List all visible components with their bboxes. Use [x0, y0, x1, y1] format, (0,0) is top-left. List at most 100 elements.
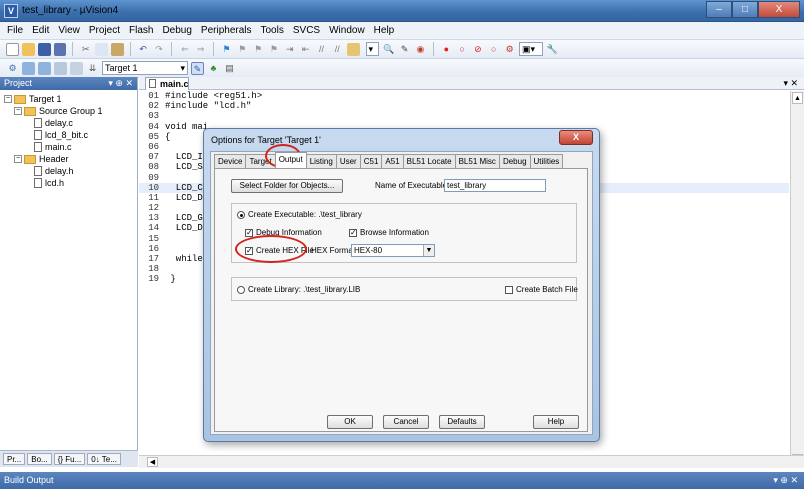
tab-utilities[interactable]: Utilities — [529, 154, 564, 168]
tree-node-file[interactable]: delay.h — [4, 165, 137, 177]
find-combo[interactable]: ▾ — [365, 42, 380, 56]
bookmark-icon[interactable]: ⚑ — [220, 43, 233, 56]
browse-information-checkbox[interactable]: ✓ — [349, 228, 357, 237]
debug-information-option[interactable]: ✓ Debug Information — [245, 228, 322, 237]
cancel-button[interactable]: Cancel — [383, 415, 429, 429]
menu-tools[interactable]: Tools — [261, 25, 284, 36]
target-select[interactable]: Target 1 ▾ — [102, 61, 188, 75]
collapse-icon[interactable]: − — [14, 155, 22, 163]
create-hex-file-checkbox[interactable]: ✓ — [245, 246, 253, 255]
tab-output[interactable]: Output — [274, 152, 307, 168]
ok-button[interactable]: OK — [327, 415, 373, 429]
tree-node-header-group[interactable]: − Header — [4, 153, 137, 165]
bookmark-clear-icon[interactable]: ⚑ — [268, 43, 281, 56]
rebuild-icon[interactable] — [38, 61, 51, 75]
breakpoint-insert-icon[interactable]: ● — [440, 43, 453, 56]
uncomment-icon[interactable]: // — [331, 43, 344, 56]
breakpoint-disable-icon[interactable]: ⊘ — [472, 43, 485, 56]
menu-debug[interactable]: Debug — [162, 25, 191, 36]
menu-svcs[interactable]: SVCS — [293, 25, 320, 36]
target-options-icon[interactable]: ✎ — [191, 61, 204, 75]
create-hex-file-option[interactable]: ✓ Create HEX File — [245, 246, 314, 255]
menu-view[interactable]: View — [58, 25, 80, 36]
tab-listing[interactable]: Listing — [305, 154, 337, 168]
editor-vertical-scrollbar[interactable]: ▲ ▼ — [790, 91, 804, 467]
create-executable-option[interactable]: Create Executable: .\test_library — [237, 210, 362, 219]
breakpoint-kill-icon[interactable]: ○ — [487, 43, 500, 56]
nav-back-icon[interactable]: ⇐ — [178, 43, 191, 56]
indent-icon[interactable]: ⇥ — [283, 43, 296, 56]
menu-help[interactable]: Help — [374, 25, 395, 36]
panel-controls[interactable]: ▾ ⊕ ✕ — [773, 472, 798, 489]
tree-node-target[interactable]: − Target 1 — [4, 93, 137, 105]
find-icon[interactable]: 🔍 — [382, 43, 395, 56]
copy-icon[interactable] — [95, 42, 108, 56]
debug-information-checkbox[interactable]: ✓ — [245, 228, 253, 237]
name-of-executable-input[interactable]: test_library — [444, 179, 546, 192]
paste-icon[interactable] — [110, 42, 124, 56]
tab-bl51-misc[interactable]: BL51 Misc — [454, 154, 500, 168]
find-in-files-icon[interactable] — [346, 42, 360, 56]
window-layout-combo[interactable]: ▣▾ — [519, 42, 543, 56]
create-library-option[interactable]: Create Library: .\test_library.LIB — [237, 285, 360, 294]
tree-node-file[interactable]: main.c — [4, 141, 137, 153]
debug-session-icon[interactable]: ◉ — [414, 43, 427, 56]
comment-icon[interactable]: // — [315, 43, 328, 56]
menu-peripherals[interactable]: Peripherals — [201, 25, 252, 36]
undo-icon[interactable]: ↶ — [137, 43, 150, 56]
scroll-up-icon[interactable]: ▲ — [792, 92, 803, 104]
minimize-button[interactable]: – — [706, 1, 732, 18]
wrench-icon[interactable]: 🔧 — [546, 43, 559, 56]
bookmark-next-icon[interactable]: ⚑ — [252, 43, 265, 56]
incremental-find-icon[interactable]: ✎ — [398, 43, 411, 56]
tab-c51[interactable]: C51 — [359, 154, 383, 168]
manage-components-icon[interactable]: ♣ — [207, 62, 220, 75]
defaults-button[interactable]: Defaults — [439, 415, 485, 429]
browse-information-option[interactable]: ✓ Browse Information — [349, 228, 429, 237]
tab-device[interactable]: Device — [214, 154, 247, 168]
batch-build-icon[interactable] — [54, 61, 67, 75]
select-folder-for-objects-button[interactable]: Select Folder for Objects... — [231, 179, 343, 193]
editor-horizontal-scrollbar[interactable]: ◀ — [139, 455, 804, 468]
tab-user[interactable]: User — [335, 154, 361, 168]
tab-templates[interactable]: 0↓ Te... — [87, 453, 121, 465]
maximize-button[interactable]: □ — [732, 1, 758, 18]
tree-node-file[interactable]: lcd.h — [4, 177, 137, 189]
menu-flash[interactable]: Flash — [129, 25, 153, 36]
stop-build-icon[interactable] — [70, 61, 83, 75]
create-batch-file-option[interactable]: Create Batch File — [505, 285, 578, 294]
collapse-icon[interactable]: − — [4, 95, 12, 103]
open-folder-icon[interactable] — [21, 42, 35, 56]
tab-a51[interactable]: A51 — [381, 154, 404, 168]
tab-bl51-locate[interactable]: BL51 Locate — [402, 154, 456, 168]
menu-window[interactable]: Window — [329, 25, 365, 36]
create-executable-radio[interactable] — [237, 210, 245, 219]
new-file-icon[interactable] — [6, 42, 19, 56]
configure-icon[interactable]: ⚙ — [503, 43, 516, 56]
tree-node-file[interactable]: delay.c — [4, 117, 137, 129]
help-button[interactable]: Help — [533, 415, 579, 429]
tab-main-c[interactable]: main.c — [145, 77, 189, 90]
tab-target[interactable]: Target — [245, 154, 276, 168]
collapse-icon[interactable]: − — [14, 107, 22, 115]
hex-format-select[interactable]: HEX-80 ▼ — [351, 244, 435, 257]
menu-edit[interactable]: Edit — [32, 25, 49, 36]
cut-icon[interactable]: ✂ — [79, 43, 92, 56]
nav-forward-icon[interactable]: ⇒ — [194, 43, 207, 56]
translate-icon[interactable]: ⚙ — [6, 62, 19, 75]
editor-tab-controls[interactable]: ▾ ✕ — [783, 78, 798, 89]
tab-debug[interactable]: Debug — [498, 154, 531, 168]
save-all-icon[interactable] — [53, 42, 67, 56]
scroll-left-icon[interactable]: ◀ — [147, 457, 158, 467]
bookmark-prev-icon[interactable]: ⚑ — [236, 43, 249, 56]
redo-icon[interactable]: ↷ — [153, 43, 166, 56]
breakpoint-enable-icon[interactable]: ○ — [456, 43, 469, 56]
download-icon[interactable]: ⇊ — [86, 62, 99, 75]
panel-controls[interactable]: ▾ ⊕ ✕ — [108, 77, 133, 90]
menu-project[interactable]: Project — [89, 25, 120, 36]
window-close-button[interactable]: X — [758, 1, 800, 18]
save-icon[interactable] — [37, 42, 51, 56]
menu-file[interactable]: File — [7, 25, 23, 36]
tab-functions[interactable]: {} Fu... — [53, 453, 86, 465]
tree-node-file[interactable]: lcd_8_bit.c — [4, 129, 137, 141]
